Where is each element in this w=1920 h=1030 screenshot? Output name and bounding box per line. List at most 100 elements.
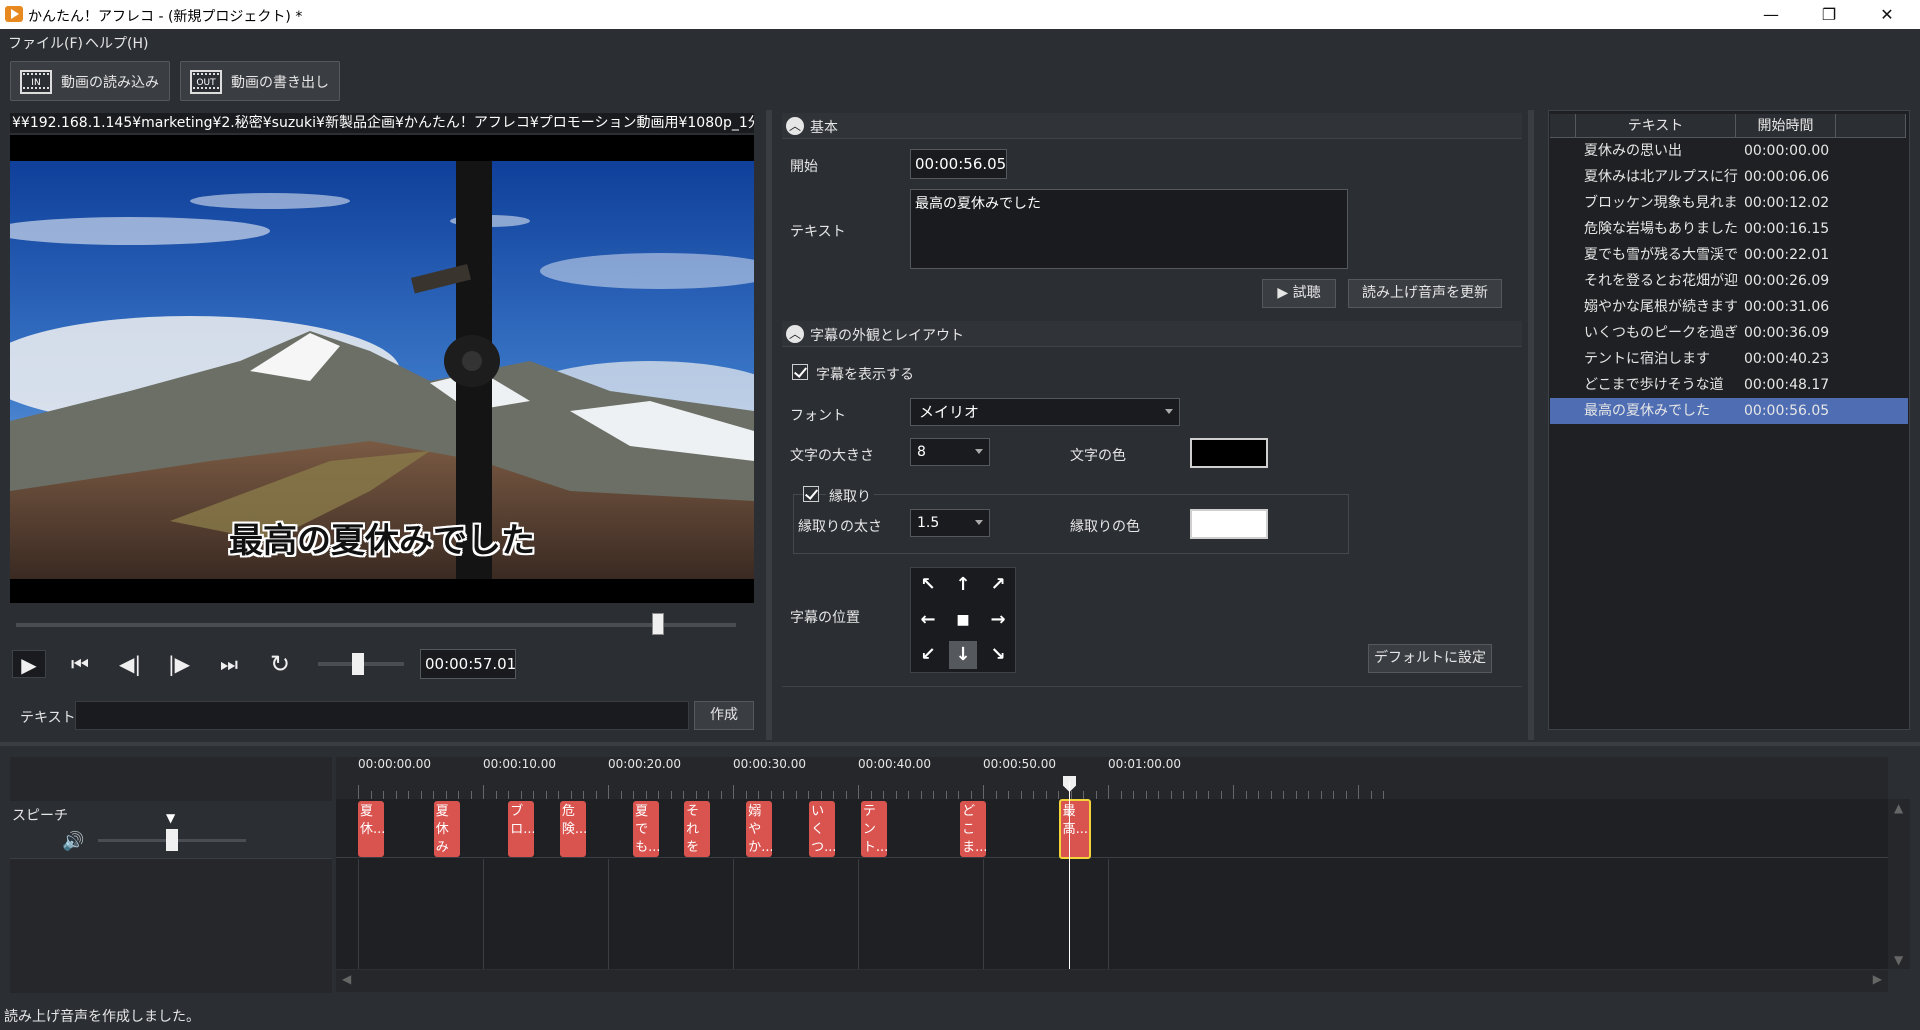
list-item[interactable]: 夏休みの思い出 00:00:00.00	[1550, 138, 1908, 164]
list-item-text: いくつものピークを過ぎ	[1584, 325, 1738, 341]
subtitle-text-field[interactable]: 最高の夏休みでした	[910, 189, 1348, 269]
ruler-tick	[433, 791, 434, 799]
speech-clip[interactable]: いく つ...	[809, 801, 836, 857]
splitter-right[interactable]	[1528, 110, 1534, 740]
arrow-down-icon[interactable]: ↓	[949, 641, 977, 669]
size-select[interactable]: 8	[910, 438, 990, 466]
seek-bar[interactable]	[16, 623, 736, 627]
speech-clip[interactable]: 嫋や か...	[746, 801, 773, 857]
speech-clip[interactable]: 最高...	[1058, 799, 1091, 859]
list-item[interactable]: ブロッケン現象も見れまし 00:00:12.02	[1550, 190, 1908, 216]
ruler-tick	[520, 791, 522, 799]
center-square-icon[interactable]: ■	[949, 606, 977, 634]
update-voice-button[interactable]: 読み上げ音声を更新	[1348, 279, 1502, 308]
speech-clip[interactable]: どこ ま...	[960, 801, 987, 857]
column-header-start[interactable]: 開始時間	[1736, 114, 1836, 138]
arrow-down-right-icon[interactable]: ↘	[984, 641, 1012, 669]
outline-size-select[interactable]: 1.5	[910, 509, 990, 537]
chevron-down-icon	[975, 449, 983, 454]
show-subtitle-checkbox[interactable]	[792, 364, 808, 380]
speech-clip[interactable]: 夏休...	[358, 801, 384, 857]
appearance-section-header[interactable]: ︿ 字幕の外観とレイアウト	[782, 321, 1522, 347]
ruler-tick	[858, 785, 859, 799]
list-item[interactable]: いくつものピークを過ぎ 00:00:36.09	[1550, 320, 1908, 346]
playhead[interactable]	[1069, 781, 1070, 969]
scroll-right-icon[interactable]: ▶	[1873, 972, 1882, 986]
arrow-up-icon[interactable]: ↑	[949, 571, 977, 599]
scroll-down-icon[interactable]: ▼	[1894, 953, 1903, 967]
outline-checkbox[interactable]	[803, 486, 819, 502]
play-icon[interactable]: ▶	[12, 650, 46, 678]
list-item[interactable]: 危険な岩場もありました 00:00:16.15	[1550, 216, 1908, 242]
step-back-icon[interactable]: ◀|	[113, 650, 147, 678]
minimize-button[interactable]: —	[1748, 0, 1794, 29]
timeline-gridline	[483, 859, 484, 969]
import-video-button[interactable]: IN 動画の読み込み	[10, 61, 170, 101]
ruler-tick-label: 00:00:20.00	[608, 757, 681, 771]
splitter-left[interactable]	[766, 110, 772, 740]
skip-start-icon[interactable]: ⏮	[63, 650, 97, 678]
scroll-up-icon[interactable]: ▲	[1894, 801, 1903, 815]
preview-button[interactable]: ▶ 試聴	[1262, 279, 1336, 308]
speech-clip[interactable]: 夏で も...	[633, 801, 660, 857]
ruler-tick	[1020, 791, 1022, 799]
restore-button[interactable]: ❐	[1806, 0, 1852, 29]
arrow-up-right-icon[interactable]: ↗	[984, 571, 1012, 599]
scroll-left-icon[interactable]: ◀	[342, 972, 351, 986]
ruler-tick	[1033, 791, 1034, 799]
vertical-scrollbar[interactable]: ▲ ▼	[1888, 799, 1910, 969]
seek-thumb[interactable]	[652, 613, 664, 635]
ruler-tick	[758, 791, 759, 799]
clip-label: 高...	[1062, 822, 1089, 837]
speech-clip[interactable]: テン ト...	[860, 801, 887, 857]
horizontal-scrollbar[interactable]: ◀ ▶	[336, 970, 1888, 992]
font-value: メイリオ	[919, 403, 980, 421]
arrow-up-left-icon[interactable]: ↖	[914, 571, 942, 599]
ruler-tick	[970, 791, 972, 799]
arrow-right-icon[interactable]: →	[984, 606, 1012, 634]
column-header-text[interactable]: テキスト	[1576, 114, 1736, 138]
outline-color-swatch[interactable]	[1190, 509, 1268, 539]
speech-clip[interactable]: 危険...	[559, 801, 586, 857]
speed-slider-thumb[interactable]	[352, 653, 364, 675]
outline-color-label: 縁取りの色	[1070, 519, 1140, 535]
ruler-tick	[833, 791, 834, 799]
collapse-icon[interactable]: ︿	[786, 117, 804, 135]
list-item[interactable]: 最高の夏休みでした 00:00:56.05	[1550, 398, 1908, 424]
create-button[interactable]: 作成	[694, 701, 754, 730]
arrow-down-left-icon[interactable]: ↙	[914, 641, 942, 669]
outline-label: 縁取り	[826, 486, 874, 506]
text-input[interactable]	[75, 701, 689, 730]
skip-end-icon[interactable]: ⏭	[212, 650, 246, 678]
list-item[interactable]: 夏でも雪が残る大雪渓で 00:00:22.01	[1550, 242, 1908, 268]
ruler-tick-label: 00:00:00.00	[358, 757, 431, 771]
list-item-start: 00:00:36.09	[1744, 325, 1830, 341]
menu-file[interactable]: ファイル(F)	[8, 33, 83, 53]
font-select[interactable]: メイリオ	[910, 398, 1180, 426]
step-forward-icon[interactable]: |▶	[162, 650, 196, 678]
list-item[interactable]: どこまで歩けそうな道 00:00:48.17	[1550, 372, 1908, 398]
basic-section-header[interactable]: ︿ 基本	[782, 113, 1522, 139]
list-item[interactable]: テントに宿泊します 00:00:40.23	[1550, 346, 1908, 372]
menu-help[interactable]: ヘルプ(H)	[85, 33, 148, 53]
set-default-button[interactable]: デフォルトに設定	[1368, 644, 1492, 673]
volume-thumb[interactable]	[166, 829, 178, 851]
arrow-left-icon[interactable]: ←	[914, 606, 942, 634]
loop-icon[interactable]: ↻	[263, 650, 297, 678]
close-button[interactable]: ✕	[1864, 0, 1910, 29]
speaker-icon[interactable]: 🔊	[62, 831, 84, 852]
clip-label: 嫋や	[748, 804, 762, 837]
speech-clip[interactable]: ブロ...	[508, 801, 535, 857]
list-item[interactable]: 夏休みは北アルプスに行 00:00:06.06	[1550, 164, 1908, 190]
start-time-field[interactable]: 00:00:56.05	[910, 149, 1007, 179]
export-video-button[interactable]: OUT 動画の書き出し	[180, 61, 340, 101]
list-item[interactable]: それを登るとお花畑が迎 00:00:26.09	[1550, 268, 1908, 294]
ruler-tick	[1108, 785, 1109, 799]
speech-clip[interactable]: それを登る...	[684, 801, 711, 857]
list-item[interactable]: 嫋やかな尾根が続きます 00:00:31.06	[1550, 294, 1908, 320]
collapse-icon[interactable]: ︿	[786, 325, 804, 343]
ruler-tick	[1120, 791, 1122, 799]
current-time: 00:00:57.01	[420, 649, 516, 679]
text-color-swatch[interactable]	[1190, 438, 1268, 468]
speech-clip[interactable]: 夏休みは...	[433, 801, 460, 857]
